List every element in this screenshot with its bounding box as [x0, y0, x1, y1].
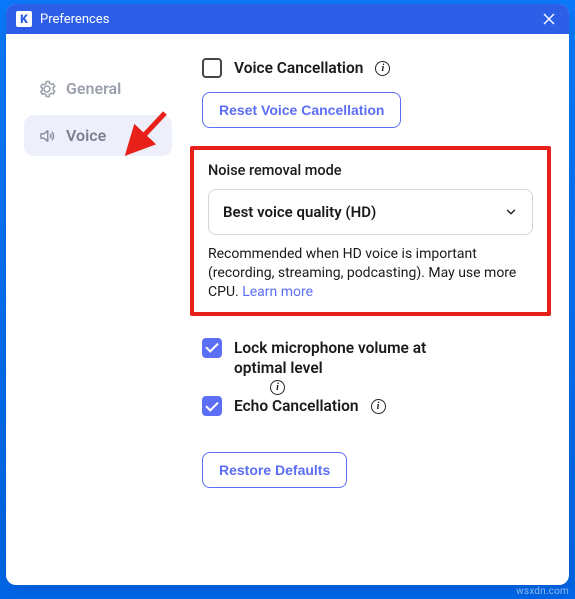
app-icon: K [16, 11, 32, 27]
close-button[interactable] [539, 9, 559, 29]
sidebar-item-voice[interactable]: Voice [24, 115, 172, 156]
voice-cancellation-label: Voice Cancellation [234, 58, 363, 78]
voice-cancellation-row: Voice Cancellation i [202, 58, 549, 78]
noise-removal-selected: Best voice quality (HD) [223, 203, 376, 221]
restore-defaults-button[interactable]: Restore Defaults [202, 452, 347, 488]
sidebar-item-general[interactable]: General [24, 68, 172, 109]
lock-mic-checkbox[interactable] [202, 338, 222, 358]
sidebar: General Voice [18, 52, 178, 567]
close-icon [543, 13, 555, 25]
window-title: Preferences [40, 12, 539, 27]
info-icon[interactable]: i [375, 61, 390, 76]
watermark: wsxdn.com [516, 586, 569, 597]
echo-label: Echo Cancellation [234, 396, 359, 416]
settings-panel: Voice Cancellation i Reset Voice Cancell… [178, 52, 557, 567]
content-area: General Voice Voice Cancellation i Reset… [6, 34, 569, 585]
lock-mic-label: Lock microphone volume at optimal level [234, 338, 474, 378]
noise-removal-section: Noise removal mode Best voice quality (H… [190, 146, 551, 316]
reset-voice-cancellation-button[interactable]: Reset Voice Cancellation [202, 92, 401, 128]
sidebar-item-label: Voice [66, 126, 106, 145]
info-icon[interactable]: i [270, 380, 285, 395]
noise-removal-label: Noise removal mode [208, 162, 533, 179]
info-icon[interactable]: i [371, 399, 386, 414]
noise-removal-description: Recommended when HD voice is important (… [208, 245, 533, 302]
speaker-icon [38, 127, 56, 145]
preferences-window: K Preferences General Voice Voice C [6, 4, 569, 585]
echo-row: Echo Cancellation i [202, 396, 549, 416]
voice-cancellation-checkbox[interactable] [202, 58, 222, 78]
learn-more-link[interactable]: Learn more [242, 284, 313, 300]
noise-removal-select[interactable]: Best voice quality (HD) [208, 189, 533, 235]
echo-checkbox[interactable] [202, 396, 222, 416]
gear-icon [38, 80, 56, 98]
sidebar-item-label: General [66, 79, 121, 98]
lock-mic-row: Lock microphone volume at optimal level … [202, 338, 549, 378]
titlebar: K Preferences [6, 4, 569, 34]
chevron-down-icon [504, 205, 518, 219]
